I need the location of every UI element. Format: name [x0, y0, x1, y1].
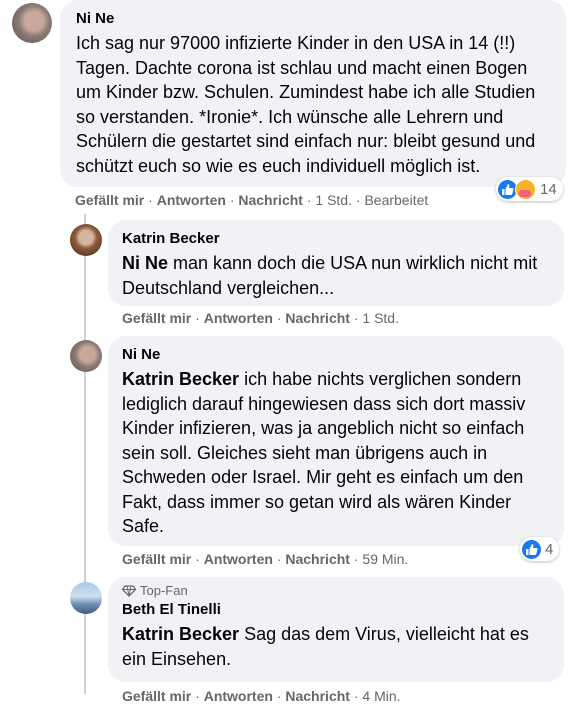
care-reaction-icon [515, 178, 536, 200]
timestamp[interactable]: 4 Min. [362, 688, 400, 704]
like-link[interactable]: Gefällt mir [75, 192, 144, 208]
timestamp[interactable]: 1 Std. [362, 310, 399, 326]
avatar[interactable] [70, 340, 102, 372]
message-link[interactable]: Nachricht [285, 688, 350, 704]
comment-bubble: Katrin Becker Ni Ne man kann doch die US… [108, 220, 564, 306]
timestamp[interactable]: 1 Std. [315, 192, 352, 208]
like-link[interactable]: Gefällt mir [122, 551, 191, 567]
message-link[interactable]: Nachricht [285, 310, 350, 326]
comment-author[interactable]: Ni Ne [76, 9, 552, 29]
thread-line [84, 214, 86, 694]
badge-label: Top-Fan [140, 583, 188, 598]
comment-actions: Gefällt mir · Antworten · Nachricht · 59… [122, 551, 409, 567]
comment-author[interactable]: Ni Ne [122, 345, 550, 365]
reply-link[interactable]: Antworten [157, 192, 226, 208]
reply-link[interactable]: Antworten [204, 688, 273, 704]
reaction-summary[interactable]: 4 [520, 537, 560, 561]
like-reaction-icon [522, 539, 541, 559]
comment-text: Ich sag nur 97000 infizierte Kinder in d… [76, 33, 536, 176]
comment-actions: Gefällt mir · Antworten · Nachricht · 4 … [122, 688, 401, 704]
comment-bubble: Top-Fan Beth El Tinelli Katrin Becker Sa… [108, 577, 564, 682]
comment-actions: Gefällt mir · Antworten · Nachricht · 1 … [75, 192, 429, 208]
mention-link[interactable]: Katrin Becker [122, 369, 239, 389]
timestamp[interactable]: 59 Min. [362, 551, 408, 567]
reply-link[interactable]: Antworten [204, 310, 273, 326]
comment-text: Katrin Becker Sag das dem Virus, viellei… [122, 624, 529, 669]
like-link[interactable]: Gefällt mir [122, 688, 191, 704]
comment-bubble: Ni Ne Ich sag nur 97000 infizierte Kinde… [60, 0, 566, 187]
comment-text: Ni Ne man kann doch die USA nun wirklich… [122, 253, 538, 298]
top-fan-badge[interactable]: Top-Fan [122, 583, 550, 598]
edited-label[interactable]: Bearbeitet [364, 192, 428, 208]
comment-actions: Gefällt mir · Antworten · Nachricht · 1 … [122, 310, 399, 326]
message-link[interactable]: Nachricht [285, 551, 350, 567]
reaction-summary[interactable]: 14 [496, 177, 563, 201]
reply-link[interactable]: Antworten [204, 551, 273, 567]
mention-link[interactable]: Ni Ne [122, 253, 168, 273]
comment-author[interactable]: Beth El Tinelli [122, 600, 550, 620]
comment-author[interactable]: Katrin Becker [122, 229, 550, 249]
avatar[interactable] [70, 224, 102, 256]
like-link[interactable]: Gefällt mir [122, 310, 191, 326]
comment-bubble: Ni Ne Katrin Becker ich habe nichts verg… [108, 336, 564, 546]
avatar[interactable] [12, 3, 52, 43]
comment-text: Katrin Becker ich habe nichts verglichen… [122, 369, 526, 536]
reaction-count: 4 [545, 540, 554, 558]
diamond-icon [122, 584, 136, 597]
reaction-count: 14 [540, 180, 557, 198]
mention-link[interactable]: Katrin Becker [122, 624, 239, 644]
message-link[interactable]: Nachricht [238, 192, 303, 208]
avatar[interactable] [70, 582, 102, 614]
